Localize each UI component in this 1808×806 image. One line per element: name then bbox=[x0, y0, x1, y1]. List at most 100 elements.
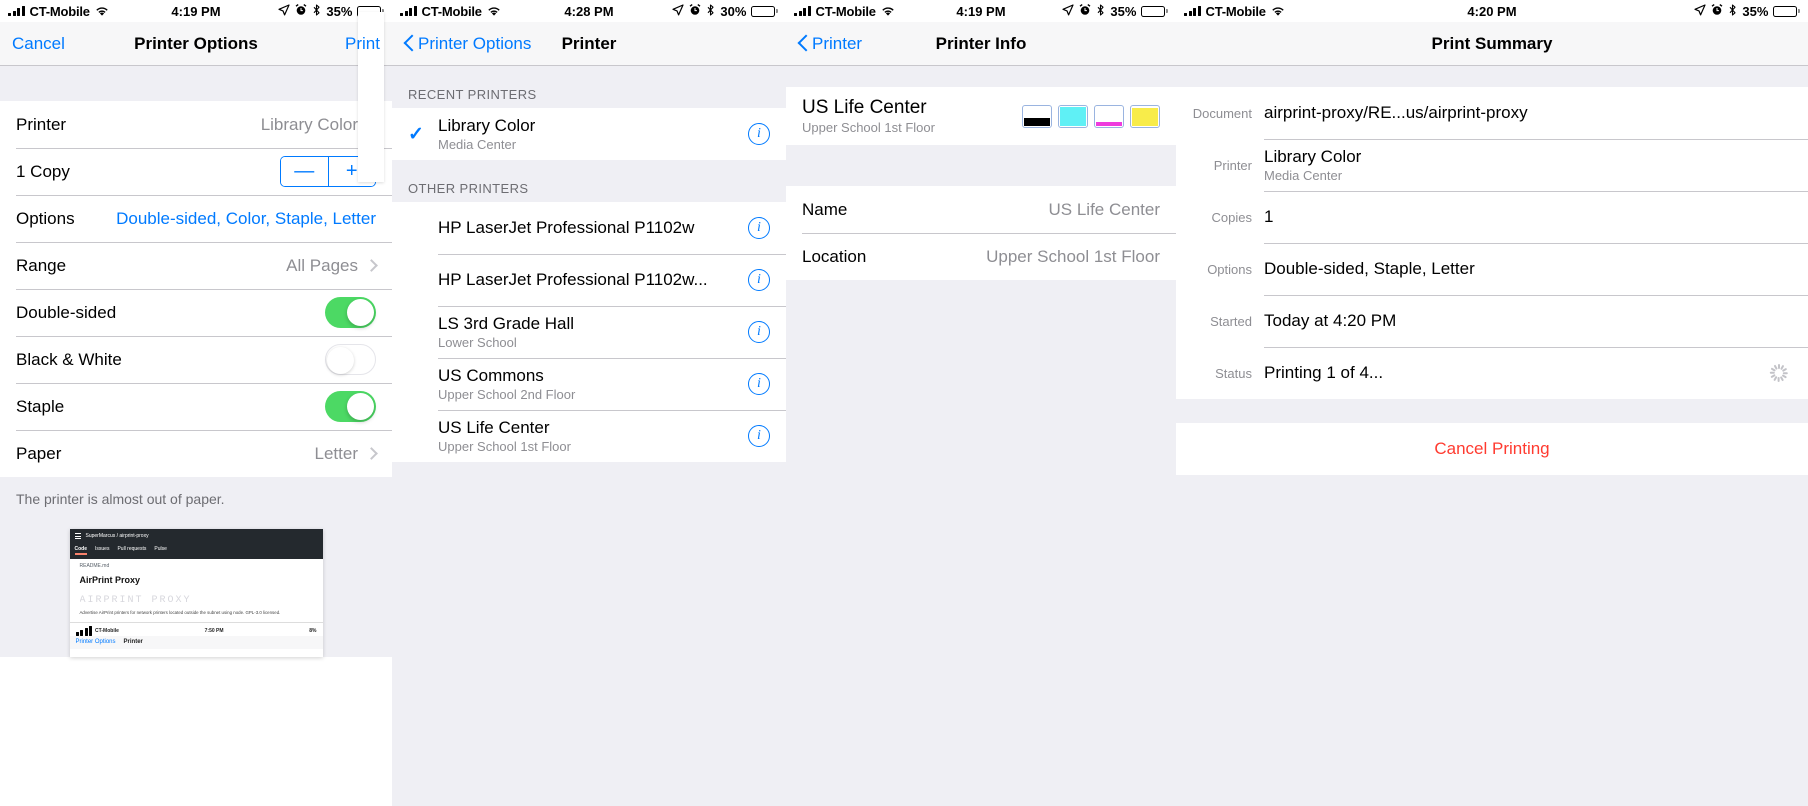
battery-percent: 30% bbox=[720, 3, 747, 19]
bluetooth-icon bbox=[1728, 3, 1737, 19]
status-bar: CT-Mobile 4:19 PM 35% bbox=[786, 0, 1176, 22]
printer-name: US Life Center bbox=[802, 97, 927, 118]
print-button[interactable]: Print bbox=[345, 34, 380, 54]
printer-summary-header: US Life Center Upper School 1st Floor bbox=[786, 87, 1176, 145]
printer-list-item-hp-p1102w-2[interactable]: HP LaserJet Professional P1102w... i bbox=[392, 254, 786, 306]
preview-mini-nav-bar: Printer Options Printer bbox=[69, 635, 323, 649]
status-left: CT-Mobile bbox=[8, 4, 109, 19]
printer-item-text: LS 3rd Grade Hall Lower School bbox=[438, 314, 574, 350]
back-button-printer[interactable]: Printer bbox=[798, 34, 862, 54]
location-arrow-icon bbox=[672, 3, 684, 19]
preview-tab-pull-requests: Pull requests bbox=[117, 546, 147, 552]
preview-body-text: Advertise AirPrint printers for network … bbox=[79, 610, 281, 615]
printer-list-item-library-color[interactable]: ✓ Library Color Media Center i bbox=[392, 108, 786, 160]
back-button-printer-options[interactable]: Printer Options bbox=[404, 34, 531, 54]
location-arrow-icon bbox=[1694, 3, 1706, 19]
nav-bar: Cancel Printer Options Print bbox=[0, 22, 392, 66]
alarm-clock-icon bbox=[295, 3, 307, 19]
row-black-white: Black & White bbox=[0, 336, 392, 383]
cellular-signal-icon bbox=[8, 6, 25, 16]
preview-mini-battery: 8% bbox=[309, 627, 317, 634]
magenta-ink-level-icon bbox=[1094, 104, 1124, 128]
row-black-white-label: Black & White bbox=[16, 349, 122, 369]
printer-item-name: US Life Center bbox=[438, 418, 550, 437]
printer-header-text: US Life Center Upper School 1st Floor bbox=[802, 97, 935, 135]
preview-mini-back: Printer Options bbox=[75, 638, 116, 645]
cancel-button[interactable]: Cancel bbox=[12, 34, 65, 54]
row-options[interactable]: Options Double-sided, Color, Staple, Let… bbox=[0, 195, 392, 242]
preview-repo-tabs: Code Issues Pull requests Pulse bbox=[69, 543, 323, 559]
screenshot-root: CT-Mobile 4:19 PM 35% Cancel Printer Opt… bbox=[0, 0, 1808, 806]
double-sided-toggle[interactable] bbox=[325, 297, 376, 328]
copies-decrement-button[interactable]: — bbox=[281, 157, 328, 186]
info-icon[interactable]: i bbox=[748, 425, 770, 447]
printer-list: RECENT PRINTERS ✓ Library Color Media Ce… bbox=[392, 66, 786, 806]
summary-row-started: Started Today at 4:20 PM bbox=[1176, 295, 1808, 347]
info-icon[interactable]: i bbox=[748, 217, 770, 239]
print-summary-content: Document airprint-proxy/RE...us/airprint… bbox=[1176, 66, 1808, 806]
row-printer[interactable]: Printer Library Color bbox=[0, 101, 392, 148]
summary-key-status: Status bbox=[1215, 365, 1252, 381]
summary-value-printer: Library Color Media Center bbox=[1264, 147, 1361, 183]
summary-key-document: Document bbox=[1192, 105, 1252, 121]
carrier-label: CT-Mobile bbox=[815, 3, 877, 19]
summary-row-status: Status Printing 1 of 4... bbox=[1176, 347, 1808, 399]
summary-started-time: Today at 4:20 PM bbox=[1264, 311, 1397, 330]
info-row-location-label: Location bbox=[802, 246, 867, 266]
row-paper-value: Letter bbox=[314, 443, 358, 463]
summary-key-copies: Copies bbox=[1211, 209, 1252, 225]
printer-item-text: HP LaserJet Professional P1102w bbox=[438, 218, 694, 238]
panel-printer-list: CT-Mobile 4:28 PM 30% Printer Options Pr… bbox=[392, 0, 786, 806]
info-icon[interactable]: i bbox=[748, 269, 770, 291]
battery-percent: 35% bbox=[1742, 3, 1769, 19]
row-double-sided-label: Double-sided bbox=[16, 302, 117, 322]
printer-list-item-hp-p1102w[interactable]: HP LaserJet Professional P1102w i bbox=[392, 202, 786, 254]
staple-toggle[interactable] bbox=[325, 391, 376, 422]
alarm-clock-icon bbox=[1079, 3, 1091, 19]
preview-page-1[interactable]: SuperMarcus / airprint-proxy Code Issues… bbox=[69, 529, 323, 657]
wifi-icon bbox=[487, 6, 501, 17]
info-icon[interactable]: i bbox=[748, 123, 770, 145]
summary-row-document: Document airprint-proxy/RE...us/airprint… bbox=[1176, 87, 1808, 139]
panel-print-summary: CT-Mobile 4:20 PM 35% Print Summary Docu… bbox=[1176, 0, 1808, 806]
panel-printer-info: CT-Mobile 4:19 PM 35% Printer Printer In… bbox=[786, 0, 1176, 806]
bluetooth-icon bbox=[1096, 3, 1105, 19]
row-options-value[interactable]: Double-sided, Color, Staple, Letter bbox=[116, 209, 376, 229]
battery-icon bbox=[1773, 5, 1800, 17]
chevron-left-icon bbox=[404, 34, 415, 53]
section-header-other-printers: OTHER PRINTERS bbox=[392, 160, 786, 202]
printer-item-location: Upper School 2nd Floor bbox=[438, 387, 576, 402]
carrier-label: CT-Mobile bbox=[29, 3, 91, 19]
printer-options-list: Printer Library Color 1 Copy — + Options… bbox=[0, 101, 392, 477]
row-range[interactable]: Range All Pages bbox=[0, 242, 392, 289]
row-paper[interactable]: Paper Letter bbox=[0, 430, 392, 477]
location-arrow-icon bbox=[278, 3, 290, 19]
printer-list-item-us-commons[interactable]: US Commons Upper School 2nd Floor i bbox=[392, 358, 786, 410]
preview-mini-status-bar: CT-Mobile 7:50 PM 8% bbox=[69, 621, 323, 636]
status-left: CT-Mobile bbox=[1184, 4, 1285, 19]
printer-list-item-us-life-center[interactable]: US Life Center Upper School 1st Floor i bbox=[392, 410, 786, 462]
info-row-location: Location Upper School 1st Floor bbox=[786, 233, 1176, 280]
info-icon[interactable]: i bbox=[748, 321, 770, 343]
location-arrow-icon bbox=[1062, 3, 1074, 19]
cellular-signal-icon bbox=[1184, 6, 1201, 16]
cancel-printing-button[interactable]: Cancel Printing bbox=[1434, 439, 1549, 459]
black-and-white-toggle[interactable] bbox=[325, 344, 376, 375]
chevron-left-icon bbox=[798, 34, 809, 53]
battery-percent: 35% bbox=[326, 3, 353, 19]
preview-ascii-art: AIRPRINT PROXY bbox=[79, 595, 192, 606]
row-range-label: Range bbox=[16, 255, 67, 275]
printer-item-text: US Life Center Upper School 1st Floor bbox=[438, 418, 571, 454]
summary-printer-name: Library Color bbox=[1264, 147, 1362, 166]
battery-percent: 35% bbox=[1110, 3, 1137, 19]
print-preview-area: SuperMarcus / airprint-proxy Code Issues… bbox=[0, 12, 392, 657]
list-top-spacer bbox=[0, 66, 392, 101]
preview-mini-time: 7:50 PM bbox=[204, 627, 224, 634]
cellular-signal-icon bbox=[75, 625, 92, 636]
printer-item-name: Library Color bbox=[438, 116, 536, 135]
info-row-location-value: Upper School 1st Floor bbox=[986, 246, 1160, 266]
row-staple-label: Staple bbox=[16, 396, 65, 416]
printer-list-item-ls-3rd-grade-hall[interactable]: LS 3rd Grade Hall Lower School i bbox=[392, 306, 786, 358]
info-icon[interactable]: i bbox=[748, 373, 770, 395]
cancel-printing-row[interactable]: Cancel Printing bbox=[1176, 423, 1808, 475]
